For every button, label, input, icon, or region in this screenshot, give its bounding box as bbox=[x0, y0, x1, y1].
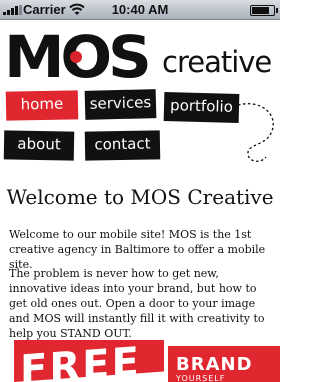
battery-level-fill bbox=[252, 7, 269, 14]
clock-time: 10:40 AM bbox=[111, 2, 169, 17]
promo-banner[interactable]: FREE BRAND YOURSELF bbox=[0, 340, 280, 382]
nav-services-button[interactable]: services bbox=[84, 89, 157, 120]
battery-icon bbox=[250, 5, 278, 16]
nav-home-button[interactable]: home bbox=[5, 90, 79, 121]
nav-contact-button[interactable]: contact bbox=[84, 130, 161, 161]
dashed-curl-decoration bbox=[237, 103, 274, 162]
brand-badge: BRAND YOURSELF bbox=[168, 346, 280, 382]
body-paragraph: The problem is never how to get new, inn… bbox=[9, 267, 265, 340]
nav-portfolio-button[interactable]: portfolio bbox=[163, 92, 240, 123]
logo-red-dot bbox=[70, 51, 82, 63]
nav-about-button[interactable]: about bbox=[3, 130, 75, 161]
brand-text: BRAND bbox=[176, 354, 253, 375]
page-title: Welcome to MOS Creative bbox=[6, 185, 274, 209]
free-badge: FREE bbox=[14, 340, 164, 382]
brand-sub-text: YOURSELF bbox=[176, 374, 226, 382]
status-bar: Carrier 10:40 AM bbox=[0, 0, 280, 20]
mos-creative-logo[interactable]: MOS creative bbox=[4, 25, 280, 89]
logo-sub-text: creative bbox=[162, 45, 272, 79]
free-text: FREE bbox=[20, 340, 141, 382]
